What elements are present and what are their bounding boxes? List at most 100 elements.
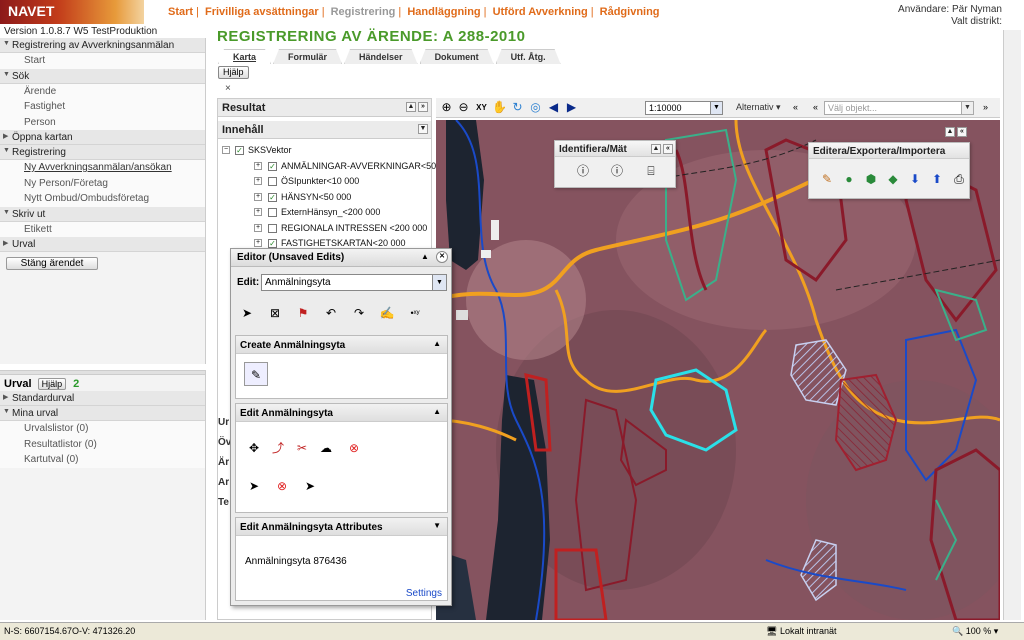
- nav-start[interactable]: Start: [168, 6, 193, 18]
- section-mina-urval[interactable]: Mina urval: [0, 406, 205, 421]
- polygon-icon[interactable]: ⬢: [863, 171, 879, 187]
- create-section-header[interactable]: Create Anmälningsyta ▲: [236, 336, 447, 354]
- tab-formular[interactable]: Formulär: [273, 49, 342, 64]
- xy-point-icon[interactable]: •ˣʸ: [407, 305, 423, 321]
- layer-checkbox[interactable]: ✓: [268, 161, 277, 171]
- collapse-up-icon[interactable]: ▲: [945, 127, 955, 137]
- expand-icon[interactable]: »: [978, 100, 993, 115]
- layer-checkbox[interactable]: ✓: [235, 146, 244, 155]
- refresh-map-icon[interactable]: ↻: [510, 100, 525, 115]
- edit-section-header[interactable]: Edit Anmälningsyta ▲: [236, 404, 447, 422]
- edit-layer-select[interactable]: Anmälningsyta ▼: [261, 274, 447, 291]
- collapse-up-icon[interactable]: ▲: [406, 102, 416, 112]
- info-multiple-icon[interactable]: ⓘ: [609, 163, 625, 179]
- collapse-left-icon[interactable]: «: [663, 144, 673, 154]
- edit-export-panel-title[interactable]: Editera/Exportera/Importera ▲ «: [809, 127, 969, 159]
- export-icon[interactable]: ⬆: [929, 171, 945, 187]
- collapse-down-icon[interactable]: ▼: [418, 124, 428, 134]
- scale-select[interactable]: 1:10000 ▼: [645, 101, 723, 115]
- help-button[interactable]: Hjälp: [218, 66, 249, 79]
- nav-item-person[interactable]: Person: [0, 114, 205, 130]
- collapse-down-icon[interactable]: ▼: [433, 521, 441, 530]
- nav-item-start[interactable]: Start: [0, 53, 205, 69]
- layer-row[interactable]: + ExternHänsyn_<200 000: [218, 205, 431, 221]
- forward-arrow-icon[interactable]: ▶: [564, 100, 579, 115]
- tree-expand-icon[interactable]: +: [254, 177, 262, 185]
- shape-edit-icon[interactable]: ◆: [885, 171, 901, 187]
- tab-dokument[interactable]: Dokument: [420, 49, 494, 64]
- pencil-icon[interactable]: ✎: [819, 171, 835, 187]
- zoom-in-icon[interactable]: ⊕: [439, 100, 454, 115]
- section-sok[interactable]: Sök: [0, 68, 205, 84]
- section-standardurval[interactable]: Standardurval: [0, 391, 205, 406]
- delete-icon[interactable]: ⊗: [346, 440, 362, 456]
- urval-help-button[interactable]: Hjälp: [37, 378, 67, 390]
- tree-expand-icon[interactable]: +: [254, 161, 262, 170]
- section-skriv-ut[interactable]: Skriv ut: [0, 206, 205, 222]
- tab-karta[interactable]: Karta: [218, 49, 271, 64]
- reshape-icon[interactable]: ⤴: [270, 440, 286, 456]
- identify-panel-title[interactable]: Identifiera/Mät ▲ «: [555, 141, 675, 157]
- nav-frivilliga[interactable]: Frivilliga avsättningar: [205, 6, 319, 18]
- select-arrow-icon[interactable]: ➤: [239, 305, 255, 321]
- save-edits-icon[interactable]: ✍: [379, 305, 395, 321]
- nav-item-fastighet[interactable]: Fastighet: [0, 99, 205, 115]
- collapse-up-icon[interactable]: ▲: [433, 407, 441, 416]
- layer-row[interactable]: + REGIONALA INTRESSEN <200 000: [218, 221, 431, 237]
- innehall-header[interactable]: Innehåll ▼: [218, 121, 431, 139]
- select-box-icon[interactable]: ⊠: [267, 305, 283, 321]
- urval-item-resultatlistor[interactable]: Resultatlistor (0): [0, 436, 205, 452]
- nav-registrering[interactable]: Registrering: [331, 6, 396, 18]
- info-icon[interactable]: ⓘ: [575, 163, 591, 179]
- add-vertex-icon[interactable]: ➤: [246, 478, 262, 494]
- tree-root-row[interactable]: − ✓ SKSVektor: [218, 143, 431, 159]
- attributes-section-header[interactable]: Edit Anmälningsyta Attributes ▼: [236, 518, 447, 536]
- section-registrering-avverkning[interactable]: Registrering av Avverkningsanmälan: [0, 38, 205, 53]
- delete-vertex-icon[interactable]: ⊗: [274, 478, 290, 494]
- pan-hand-icon[interactable]: ✋: [492, 100, 507, 115]
- tab-handelser[interactable]: Händelser: [344, 49, 418, 64]
- close-case-button[interactable]: Stäng ärendet: [6, 257, 98, 270]
- collapse-up-icon[interactable]: ▲: [651, 144, 661, 154]
- collapse-up-icon[interactable]: ▲: [421, 252, 429, 261]
- tree-expand-icon[interactable]: +: [254, 192, 262, 201]
- draw-polygon-icon[interactable]: ✎: [244, 362, 268, 386]
- urval-item-kartutval[interactable]: Kartutval (0): [0, 452, 205, 468]
- zoom-extent-icon[interactable]: XY: [474, 100, 489, 115]
- nav-item-arende[interactable]: Ärende: [0, 83, 205, 99]
- close-icon[interactable]: ×: [225, 83, 231, 94]
- resultat-header[interactable]: Resultat ▲ »: [218, 99, 431, 117]
- tab-utf-atg[interactable]: Utf. Åtg.: [496, 49, 561, 64]
- layer-checkbox[interactable]: ✓: [268, 239, 277, 248]
- settings-link[interactable]: Settings: [406, 588, 442, 599]
- tree-collapse-icon[interactable]: −: [222, 146, 230, 154]
- select-flag-icon[interactable]: ⚑: [295, 305, 311, 321]
- next-icon[interactable]: «: [808, 100, 823, 115]
- tree-expand-icon[interactable]: +: [254, 239, 262, 247]
- refresh-icon[interactable]: 2: [73, 378, 79, 390]
- vertical-scrollbar[interactable]: [1003, 30, 1021, 620]
- layer-row[interactable]: + ✓ ANMÄLNINGAR-AVVERKNINGAR<50 00: [218, 159, 449, 175]
- move-vertex-icon[interactable]: ➤: [302, 478, 318, 494]
- section-oppna-kartan[interactable]: Öppna kartan: [0, 130, 205, 145]
- expand-right-icon[interactable]: »: [418, 102, 428, 112]
- merge-icon[interactable]: ☁: [318, 440, 334, 456]
- collapse-left-icon[interactable]: «: [957, 127, 967, 137]
- layer-row[interactable]: + ÖSIpunkter<10 000: [218, 174, 431, 190]
- measure-icon[interactable]: ⌸: [643, 163, 659, 179]
- collapse-up-icon[interactable]: ▲: [433, 339, 441, 348]
- section-registrering[interactable]: Registrering: [0, 145, 205, 160]
- zoom-level[interactable]: 🔍 100 % ▾: [952, 626, 998, 637]
- move-icon[interactable]: ✥: [246, 440, 262, 456]
- redo-icon[interactable]: ↷: [351, 305, 367, 321]
- section-urval[interactable]: Urval: [0, 237, 205, 252]
- layer-row[interactable]: + ✓ HÄNSYN<50 000: [218, 190, 431, 206]
- editor-title-bar[interactable]: Editor (Unsaved Edits) ▲ ✕: [231, 249, 451, 267]
- zoom-out-icon[interactable]: ⊖: [456, 100, 471, 115]
- print-icon[interactable]: ⎙: [951, 171, 967, 187]
- layer-checkbox[interactable]: [268, 177, 277, 186]
- cut-icon[interactable]: ✂: [294, 440, 310, 456]
- polygon-group-icon[interactable]: ●: [841, 171, 857, 187]
- layer-checkbox[interactable]: [268, 208, 277, 217]
- object-select[interactable]: Välj objekt... ▼: [824, 101, 974, 115]
